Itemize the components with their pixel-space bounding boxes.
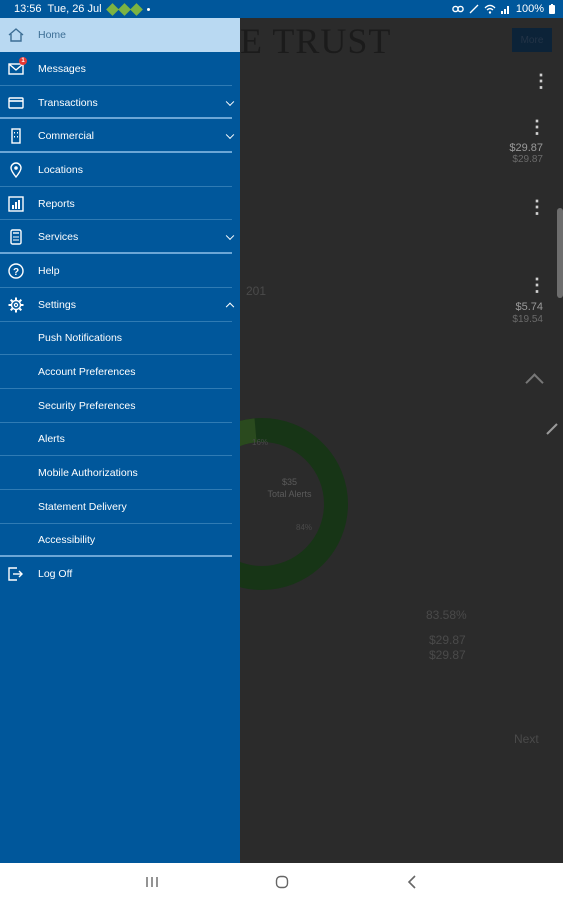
submenu-item-accessibility[interactable]: Accessibility bbox=[0, 524, 240, 558]
bank-title: E TRUST bbox=[240, 21, 392, 61]
menu-item-commercial[interactable]: Commercial bbox=[0, 119, 240, 154]
donut-center: $35 Total Alerts bbox=[262, 476, 317, 500]
menu-item-label: Log Off bbox=[38, 568, 73, 581]
account-available: $19.54 bbox=[512, 314, 543, 325]
background-content: E TRUST More ⋮ ⋮ $29.87 $29.87 ⋮ 201 ⋮ $… bbox=[140, 18, 563, 863]
home-circle-icon bbox=[275, 875, 288, 888]
chevron-down-icon bbox=[225, 231, 235, 241]
menu-item-transactions[interactable]: Transactions bbox=[0, 86, 240, 120]
donut-pct-a: 16% bbox=[252, 438, 269, 447]
account-balance: $29.87 bbox=[509, 142, 543, 154]
menu-item-label: Services bbox=[38, 231, 79, 244]
mute-icon bbox=[469, 4, 479, 14]
chevron-up-icon bbox=[225, 302, 235, 311]
menu-item-label: Account Preferences bbox=[38, 366, 136, 379]
logoff-icon bbox=[8, 566, 24, 582]
navigation-drawer: Home 1 Messages Transactions Commercial … bbox=[0, 18, 240, 863]
submenu-item-mobile-authorizations[interactable]: Mobile Authorizations bbox=[0, 456, 240, 490]
donut-pct-b: 84% bbox=[296, 523, 313, 532]
menu-item-services[interactable]: Services bbox=[0, 220, 240, 255]
menu-item-label: Messages bbox=[38, 62, 86, 75]
home-button[interactable] bbox=[267, 872, 297, 892]
donut-center-value: $35 bbox=[281, 477, 298, 487]
submenu-item-security-preferences[interactable]: Security Preferences bbox=[0, 389, 240, 423]
menu-item-settings[interactable]: Settings bbox=[0, 288, 240, 322]
commercial-icon bbox=[8, 128, 24, 144]
menu-item-help[interactable]: ? Help bbox=[0, 254, 240, 288]
svg-text:?: ? bbox=[13, 267, 19, 278]
menu-item-label: Push Notifications bbox=[38, 332, 123, 345]
account-code: 201 bbox=[246, 284, 267, 298]
more-button: More bbox=[512, 28, 552, 52]
chevron-down-icon bbox=[225, 97, 235, 106]
menu-item-label: Alerts bbox=[38, 433, 65, 446]
location-pin-icon bbox=[8, 162, 24, 178]
menu-item-logoff[interactable]: Log Off bbox=[0, 557, 240, 591]
submenu-item-alerts[interactable]: Alerts bbox=[0, 423, 240, 457]
kebab-icon: ⋮ bbox=[528, 197, 546, 217]
battery-icon bbox=[549, 4, 555, 14]
messages-icon: 1 bbox=[8, 56, 27, 77]
submenu-item-account-preferences[interactable]: Account Preferences bbox=[0, 355, 240, 389]
notification-icons bbox=[105, 2, 143, 16]
kebab-icon: ⋮ bbox=[528, 275, 546, 295]
services-icon bbox=[8, 229, 24, 245]
messages-badge: 1 bbox=[19, 56, 27, 65]
reports-icon bbox=[8, 195, 24, 212]
chevron-up-icon bbox=[525, 373, 544, 392]
account-available: $29.87 bbox=[512, 154, 543, 165]
status-bar: 13:56 Tue, 26 Jul 100% bbox=[0, 0, 563, 18]
transactions-icon bbox=[8, 95, 24, 111]
system-nav-bar bbox=[0, 863, 563, 900]
menu-item-label: Security Preferences bbox=[38, 399, 136, 412]
date: Tue, 26 Jul bbox=[47, 3, 102, 15]
wifi-icon bbox=[484, 4, 496, 14]
chevron-down-icon bbox=[225, 130, 235, 140]
kebab-icon: ⋮ bbox=[532, 71, 550, 91]
menu-item-label: Locations bbox=[38, 163, 83, 176]
menu-item-label: Accessibility bbox=[38, 534, 96, 547]
percent-value: 83.58% bbox=[426, 608, 467, 622]
menu-item-label: Reports bbox=[38, 197, 75, 210]
menu-item-label: Settings bbox=[38, 298, 76, 311]
home-icon bbox=[8, 27, 24, 43]
kebab-icon: ⋮ bbox=[528, 117, 546, 137]
amount-value: $29.87 bbox=[429, 633, 466, 647]
link-icon bbox=[452, 5, 464, 13]
back-button[interactable] bbox=[397, 872, 427, 892]
menu-item-label: Help bbox=[38, 264, 60, 277]
menu-item-locations[interactable]: Locations bbox=[0, 153, 240, 187]
menu-item-label: Statement Delivery bbox=[38, 500, 127, 513]
menu-item-reports[interactable]: Reports bbox=[0, 187, 240, 221]
menu-item-label: Mobile Authorizations bbox=[38, 467, 138, 480]
account-balance: $5.74 bbox=[515, 301, 543, 313]
more-notifications-dot bbox=[146, 7, 150, 11]
pencil-icon bbox=[546, 423, 558, 435]
amount-value: $29.87 bbox=[429, 648, 466, 662]
scrollbar bbox=[557, 208, 563, 298]
signal-icon bbox=[500, 6, 509, 14]
submenu-item-statement-delivery[interactable]: Statement Delivery bbox=[0, 490, 240, 524]
clock: 13:56 bbox=[14, 3, 42, 15]
next-link: Next bbox=[514, 732, 539, 746]
menu-item-label: Home bbox=[38, 29, 67, 41]
recent-apps-icon bbox=[145, 876, 158, 887]
gear-icon bbox=[8, 297, 24, 313]
back-icon bbox=[407, 874, 416, 889]
help-icon: ? bbox=[8, 263, 24, 279]
recent-apps-button[interactable] bbox=[137, 872, 167, 892]
menu-item-home[interactable]: Home bbox=[0, 18, 240, 52]
battery-level: 100% bbox=[515, 3, 544, 15]
donut-center-label: Total Alerts bbox=[267, 489, 312, 499]
submenu-item-push-notifications[interactable]: Push Notifications bbox=[0, 322, 240, 356]
menu-item-label: Commercial bbox=[38, 130, 95, 143]
menu-item-label: Transactions bbox=[38, 96, 98, 109]
menu-item-messages[interactable]: 1 Messages bbox=[0, 52, 240, 86]
